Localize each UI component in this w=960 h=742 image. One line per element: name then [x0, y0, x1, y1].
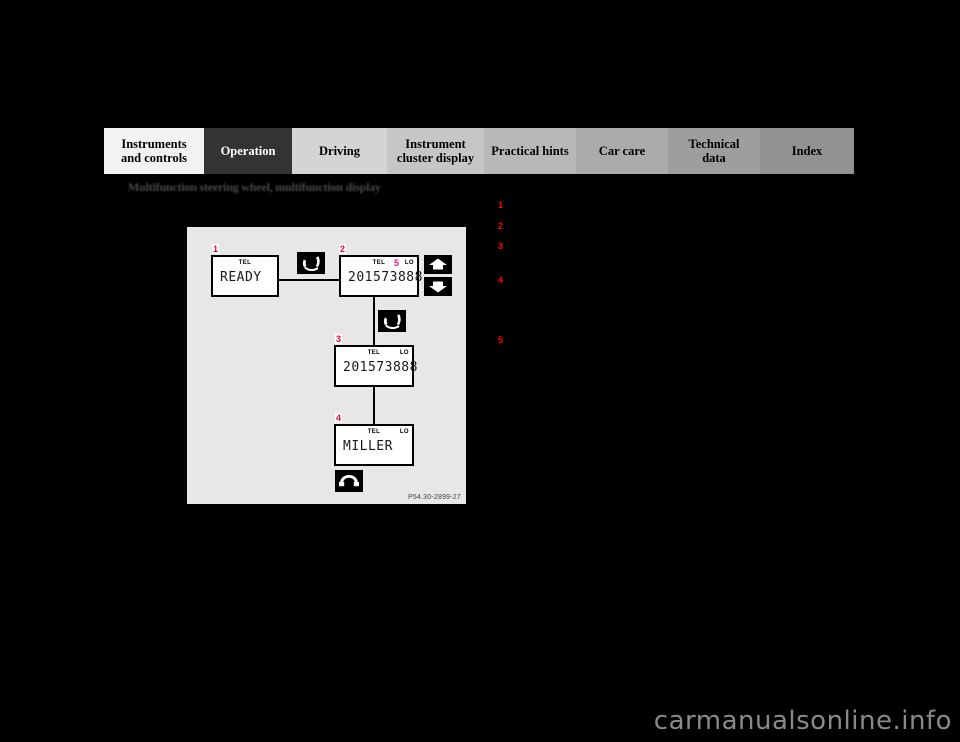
figure-caption: P54.30-2899-27	[407, 494, 461, 501]
phone-hangup-glyph	[339, 475, 359, 487]
tab-operation[interactable]: Operation	[204, 128, 292, 174]
display-box-number-active: TEL LO 201573888	[334, 345, 417, 387]
display-box-number-incoming: TEL 5 LO 201573888	[339, 255, 422, 297]
legend-item-number: 3	[498, 241, 504, 251]
figure-callout-1: 1	[212, 244, 220, 254]
tab-instruments-and-controls[interactable]: Instruments and controls	[104, 128, 204, 174]
legend-item-number: 2	[498, 221, 504, 231]
display-label-lo: LO	[404, 260, 414, 266]
figure-callout-4: 4	[335, 413, 343, 423]
display-label-lo: LO	[399, 429, 409, 435]
tab-car-care[interactable]: Car care	[576, 128, 668, 174]
display-box-name: TEL LO MILLER	[334, 424, 414, 466]
tab-practical-hints[interactable]: Practical hints	[484, 128, 576, 174]
display-value-number: 201573888	[343, 360, 418, 375]
scroll-up-glyph	[429, 258, 447, 270]
display-value-ready: READY	[220, 270, 262, 285]
legend-item-number: 1	[498, 200, 504, 210]
connector-box1-box2	[279, 279, 339, 281]
display-value-name: MILLER	[343, 439, 393, 454]
figure-callout-3: 3	[335, 334, 343, 344]
tab-index[interactable]: Index	[760, 128, 854, 174]
display-label-lo: LO	[399, 350, 409, 356]
tab-instrument-cluster-display[interactable]: Instrument cluster display	[387, 128, 484, 174]
legend-item-4: 4	[498, 275, 512, 286]
scroll-down-glyph	[429, 281, 447, 293]
legend-item-2: 2	[498, 221, 512, 232]
tab-technical-data[interactable]: Technical data	[668, 128, 760, 174]
tab-driving[interactable]: Driving	[292, 128, 387, 174]
legend-item-number: 4	[498, 275, 504, 285]
scroll-down-icon[interactable]	[424, 277, 452, 296]
legend-item-3: 3	[498, 241, 512, 252]
legend-item-5: 5	[498, 335, 512, 346]
tab-bar: Instruments and controls Operation Driving…	[104, 128, 854, 174]
legend-item-number: 5	[498, 335, 504, 345]
phone-pickup-icon	[378, 310, 406, 332]
phone-pickup-glyph	[383, 314, 401, 329]
page-title: Multifunction steering wheel, multifunct…	[128, 180, 381, 194]
phone-hangup-icon	[335, 470, 363, 492]
scroll-up-icon[interactable]	[424, 255, 452, 274]
display-box-ready: TEL READY	[211, 255, 279, 297]
figure-panel: 1 TEL READY 2 TEL 5 LO 201573888 3 TEL L…	[187, 227, 466, 504]
display-value-number: 201573888	[348, 270, 423, 285]
legend-item-1: 1	[498, 200, 512, 211]
phone-pickup-icon	[297, 252, 325, 274]
figure-callout-5: 5	[394, 258, 400, 268]
phone-pickup-glyph	[302, 256, 320, 271]
figure-callout-2: 2	[339, 244, 347, 254]
watermark: carmanualsonline.info	[653, 706, 952, 736]
display-label-tel: TEL	[238, 260, 252, 266]
